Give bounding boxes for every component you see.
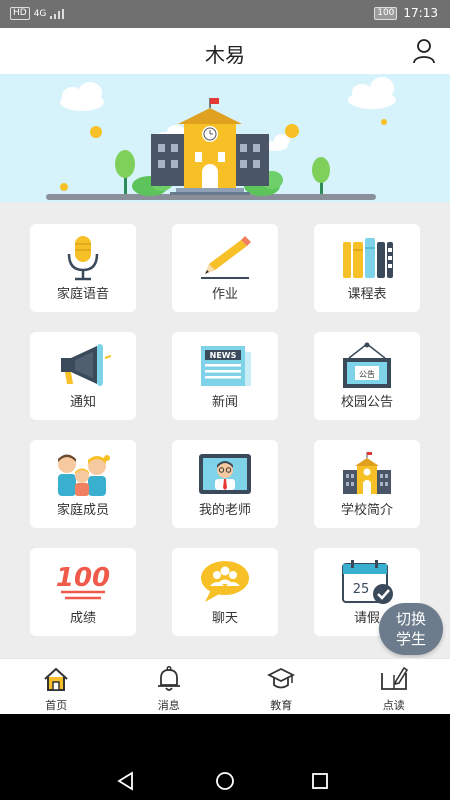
tile-scores[interactable]: 100 成绩: [30, 548, 136, 636]
tab-label: 点读: [382, 699, 405, 712]
tile-news[interactable]: NEWS 新闻: [172, 332, 278, 420]
status-bar: HD 4G 100 17:13: [0, 0, 450, 28]
switch-student-button[interactable]: 切换 学生: [379, 603, 443, 655]
app-header: 木易: [0, 28, 450, 74]
tab-education[interactable]: 教育: [225, 659, 338, 714]
tile-campus-notice[interactable]: 公告 校园公告: [314, 332, 420, 420]
tab-read-aloud[interactable]: 点读: [338, 659, 450, 714]
graduation-cap-icon: [267, 667, 296, 689]
switch-line1: 切换: [395, 610, 426, 628]
tile-timetable[interactable]: 课程表: [314, 224, 420, 312]
switch-line2: 学生: [395, 630, 426, 648]
tab-messages[interactable]: 消息: [113, 659, 226, 714]
feature-grid: 家庭语音 作业 课程表 通知 NEWS 新闻 公告 校园公告 家庭成员 我的老师…: [30, 224, 420, 636]
tile-chat[interactable]: 聊天: [172, 548, 278, 636]
bell-icon: [157, 665, 180, 691]
tile-label: 通知: [69, 395, 96, 410]
tile-label: 成绩: [69, 611, 96, 626]
tab-home[interactable]: 首页: [0, 659, 113, 714]
tile-label: 新闻: [211, 395, 238, 410]
signal-type: 4G: [33, 8, 47, 19]
school-banner: [0, 74, 450, 202]
page-title: 木易: [205, 43, 245, 67]
books-icon: [343, 238, 393, 278]
pencil-icon: [201, 236, 251, 279]
tile-homework[interactable]: 作业: [172, 224, 278, 312]
tile-label: 校园公告: [340, 395, 393, 410]
tile-label: 课程表: [347, 287, 387, 302]
battery-icon: 100: [374, 6, 398, 20]
tab-label: 首页: [45, 699, 68, 712]
newspaper-icon: NEWS: [201, 346, 251, 386]
family-icon: [58, 454, 110, 496]
home-circle-icon[interactable]: [215, 771, 235, 791]
score-icon: 100: [56, 563, 110, 600]
tile-label: 家庭语音: [56, 287, 109, 302]
recents-icon[interactable]: [310, 771, 330, 791]
notice-board-icon: 公告: [343, 342, 391, 388]
tile-family-members[interactable]: 家庭成员: [30, 440, 136, 528]
tab-label: 教育: [270, 699, 293, 712]
chat-icon: [201, 561, 249, 602]
clock: 17:13: [403, 6, 438, 20]
tile-label: 家庭成员: [56, 503, 109, 518]
school-icon: [343, 452, 391, 494]
teacher-icon: [199, 454, 251, 494]
tile-family-voice[interactable]: 家庭语音: [30, 224, 136, 312]
home-icon: [44, 667, 68, 691]
tile-label: 作业: [211, 287, 238, 302]
tile-school-intro[interactable]: 学校简介: [314, 440, 420, 528]
bottom-tab-bar: 首页 消息 教育 点读: [0, 658, 450, 714]
tile-label: 我的老师: [198, 503, 251, 518]
tile-label: 聊天: [211, 611, 238, 626]
microphone-icon: [67, 236, 99, 281]
calendar-day-text: 25: [353, 582, 370, 597]
calendar-icon: 25: [342, 560, 393, 604]
back-icon[interactable]: [116, 771, 136, 791]
school-illustration: [46, 77, 396, 200]
news-text: NEWS: [210, 351, 237, 360]
tab-label: 消息: [157, 699, 180, 712]
user-icon[interactable]: [412, 38, 436, 64]
notice-text: 公告: [359, 369, 375, 379]
score-text: 100: [56, 563, 110, 593]
signal-icon: [50, 8, 65, 19]
network-indicators: HD 4G: [10, 7, 65, 20]
read-icon: [380, 666, 408, 690]
megaphone-icon: [61, 344, 112, 386]
tile-label: 学校简介: [340, 503, 393, 518]
tile-my-teacher[interactable]: 我的老师: [172, 440, 278, 528]
system-nav-bar: [0, 714, 450, 800]
hd-badge: HD: [10, 7, 30, 20]
tile-notification[interactable]: 通知: [30, 332, 136, 420]
